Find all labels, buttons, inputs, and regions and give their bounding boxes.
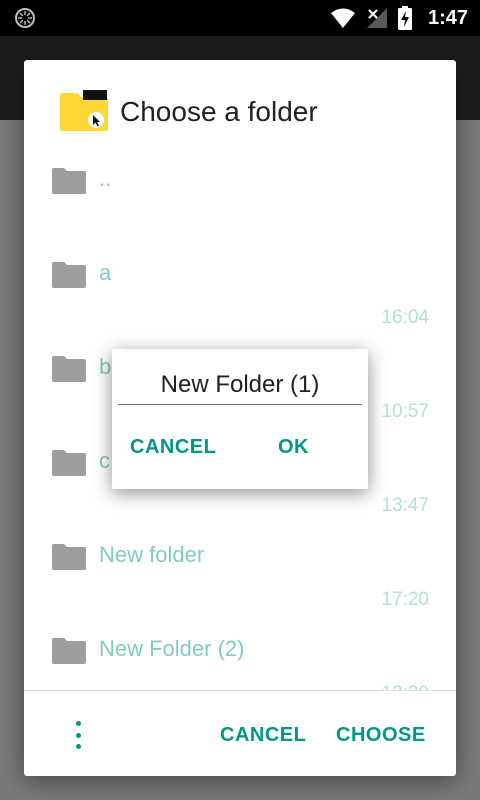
status-bar: 1:47: [0, 0, 480, 36]
rename-ok-button[interactable]: OK: [278, 433, 309, 461]
folder-icon: [52, 638, 86, 664]
folder-row-new-folder[interactable]: New folder 17:20: [24, 516, 456, 610]
folder-icon: [52, 262, 86, 288]
dialog-title: Choose a folder: [120, 96, 318, 127]
folder-name: ..: [99, 166, 112, 191]
folder-time: 16:04: [381, 307, 429, 328]
battery-charging-icon: [397, 6, 412, 30]
folder-time: 13:47: [381, 495, 429, 516]
wifi-icon: [330, 8, 355, 28]
folder-cursor-icon: [60, 90, 108, 131]
folder-row-a[interactable]: a 16:04: [24, 234, 456, 328]
folder-name: b: [99, 354, 112, 379]
status-icons: 1:47: [330, 0, 468, 36]
more-dot: [75, 744, 81, 749]
folder-icon: [52, 168, 86, 194]
folder-time: 10:57: [381, 401, 429, 422]
folder-row-new-folder-2[interactable]: New Folder (2) 13:39: [24, 610, 456, 690]
dialog-footer: CANCEL CHOOSE: [24, 691, 456, 776]
folder-name: New folder: [99, 542, 205, 567]
folder-icon: [52, 356, 86, 382]
cell-signal-off-icon: [366, 8, 387, 28]
choose-button[interactable]: CHOOSE: [336, 721, 426, 749]
folder-icon: [52, 450, 86, 476]
folder-name: c: [99, 448, 110, 473]
folder-time: 13:39: [381, 682, 429, 690]
folder-name: a: [99, 260, 112, 285]
sync-circle-icon: [15, 8, 35, 28]
status-clock: 1:47: [427, 6, 468, 29]
rename-cancel-button[interactable]: CANCEL: [130, 433, 216, 461]
cancel-button[interactable]: CANCEL: [220, 721, 306, 749]
folder-time: 17:20: [381, 589, 429, 610]
more-dot: [75, 721, 81, 726]
more-vertical-icon[interactable]: [68, 718, 88, 752]
folder-row-parent[interactable]: ..: [24, 140, 456, 234]
folder-icon: [52, 544, 86, 570]
more-dot: [75, 732, 81, 738]
folder-name: New Folder (2): [99, 636, 245, 661]
folder-name-input[interactable]: [118, 365, 362, 405]
new-folder-name-dialog: CANCEL OK: [112, 349, 368, 489]
